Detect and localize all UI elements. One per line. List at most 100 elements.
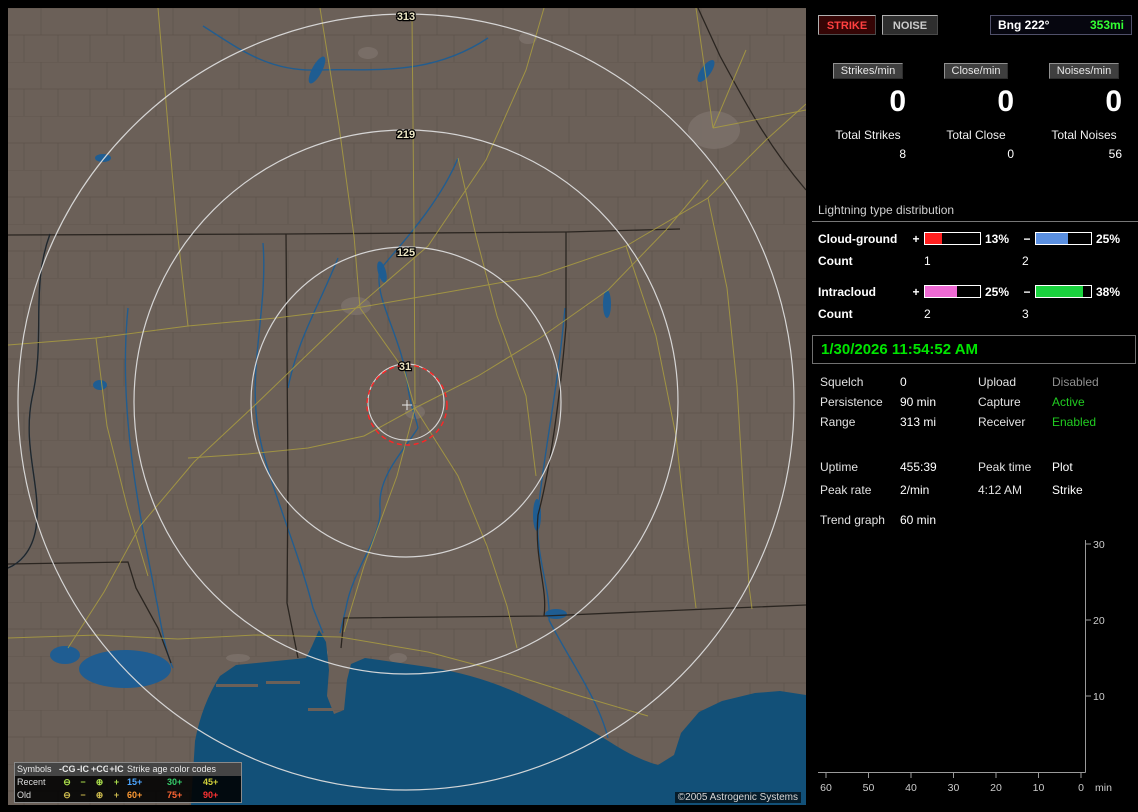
x-tick-40: 40 <box>905 782 917 794</box>
y-tick-10: 10 <box>1093 691 1105 703</box>
range-value: 313 mi <box>900 415 937 429</box>
cg-positive-count: 1 <box>924 254 931 268</box>
intracloud-label: Intracloud <box>818 284 877 299</box>
noises-column: Noises/min 0 Total Noises 56 <box>1032 63 1136 161</box>
bearing-readout: Bng 222° 353mi <box>990 15 1132 35</box>
ic-count-row: Count 2 3 <box>818 307 1138 321</box>
upload-label: Upload <box>978 375 1017 389</box>
bearing-label: Bng 222° <box>998 18 1050 32</box>
peak-rate-value: 2/min <box>900 483 930 497</box>
settings-row: Squelch 0 Upload Disabled <box>812 375 1138 395</box>
y-tick-20: 20 <box>1093 615 1105 627</box>
minus-sign: − <box>1023 231 1031 246</box>
receiver-settings: Squelch 0 Upload Disabled Persistence 90… <box>812 375 1138 435</box>
legend-row-old-label: Old <box>17 790 32 800</box>
recent-ncg-icon: ⊖ <box>63 777 71 787</box>
rate-counters: Strikes/min 0 Total Strikes 8 Close/min … <box>816 63 1136 161</box>
recent-pic-icon: + <box>113 777 120 787</box>
x-tick-10: 10 <box>1033 782 1045 794</box>
status-panel: STRIKE NOISE Bng 222° 353mi Strikes/min … <box>812 8 1138 805</box>
ic-positive-pct: 25% <box>985 284 1010 299</box>
age-30: 30+ <box>167 777 183 787</box>
age-60: 60+ <box>127 790 143 800</box>
close-per-min-button[interactable]: Close/min <box>943 63 1009 79</box>
x-axis-unit: min <box>1095 782 1112 794</box>
trend-graph-label: Trend graph <box>820 513 885 527</box>
lightning-map[interactable]: 313 219 125 31 Symbols -CG -IC +CG +IC S… <box>8 8 806 805</box>
x-tick-0: 0 <box>1078 782 1084 794</box>
legend-type-header-pic: +IC <box>108 763 125 776</box>
strikes-column: Strikes/min 0 Total Strikes 8 <box>816 63 920 161</box>
settings-row: Range 313 mi Receiver Enabled <box>812 415 1138 435</box>
cg-positive-pct: 13% <box>985 231 1010 246</box>
total-strikes-value: 8 <box>899 147 906 161</box>
cg-negative-pct: 25% <box>1096 231 1121 246</box>
old-ncg-icon: ⊖ <box>63 790 71 800</box>
cg-count-row: Count 1 2 <box>818 254 1138 268</box>
capture-status: Active <box>1052 395 1085 409</box>
range-ring-label-125: 125 <box>397 247 415 259</box>
x-tick-20: 20 <box>990 782 1002 794</box>
recent-nic-icon: − <box>80 777 86 787</box>
age-75: 75+ <box>167 790 183 800</box>
ic-positive-count: 2 <box>924 307 931 321</box>
range-label: Range <box>820 415 856 429</box>
plus-sign: + <box>912 231 920 246</box>
cg-negative-count: 2 <box>1022 254 1029 268</box>
cg-positive-bar <box>924 232 981 245</box>
old-pic-icon: + <box>113 790 120 800</box>
persistence-value: 90 min <box>900 395 937 409</box>
count-label: Count <box>818 254 853 268</box>
plot-mode-value: Strike <box>1052 483 1083 497</box>
legend-row-recent-label: Recent <box>17 777 46 787</box>
noises-per-min-button[interactable]: Noises/min <box>1048 63 1120 79</box>
plot-label: Plot <box>1052 460 1073 474</box>
total-noises-label: Total Noises <box>1051 128 1117 142</box>
close-per-min-value: 0 <box>997 85 1014 118</box>
age-45: 45+ <box>203 777 219 787</box>
total-close-label: Total Close <box>946 128 1006 142</box>
map-legend: Symbols -CG -IC +CG +IC Strike age color… <box>14 762 242 803</box>
old-pcg-icon: ⊕ <box>95 790 104 800</box>
stats-row: Uptime 455:39 Peak time Plot <box>812 460 1138 483</box>
squelch-label: Squelch <box>820 375 864 389</box>
range-ring-label-313: 313 <box>397 11 415 23</box>
persistence-label: Persistence <box>820 395 883 409</box>
strike-toggle-button[interactable]: STRIKE <box>818 15 876 35</box>
peak-time-label: Peak time <box>978 460 1032 474</box>
ic-negative-bar <box>1035 285 1092 298</box>
squelch-value: 0 <box>900 375 907 389</box>
stats-row: Trend graph 60 min <box>812 513 1138 536</box>
noises-per-min-value: 0 <box>1105 85 1122 118</box>
receiver-label: Receiver <box>978 415 1026 429</box>
range-ring-label-31: 31 <box>399 361 411 373</box>
ic-negative-pct: 38% <box>1096 284 1121 299</box>
legend-type-header-ncg: -CG <box>59 763 76 776</box>
old-nic-icon: − <box>80 790 86 800</box>
map-canvas: 313 219 125 31 <box>8 8 806 805</box>
age-15: 15+ <box>127 777 143 787</box>
ic-positive-bar <box>924 285 981 298</box>
ic-negative-count: 3 <box>1022 307 1029 321</box>
peak-time-value: 4:12 AM <box>978 483 1023 497</box>
trend-window-value: 60 min <box>900 513 937 527</box>
uptime-value: 455:39 <box>900 460 937 474</box>
strikes-per-min-button[interactable]: Strikes/min <box>832 63 904 79</box>
receiver-status: Enabled <box>1052 415 1097 429</box>
total-strikes-label: Total Strikes <box>835 128 901 142</box>
peak-rate-label: Peak rate <box>820 483 872 497</box>
date-time-display: 1/30/2026 11:54:52 AM <box>812 335 1136 364</box>
count-label: Count <box>818 307 853 321</box>
noise-toggle-button[interactable]: NOISE <box>882 15 938 35</box>
cloud-ground-label: Cloud-ground <box>818 231 898 246</box>
total-close-value: 0 <box>1007 147 1014 161</box>
legend-type-header-pcg: +CG <box>91 763 110 776</box>
legend-type-header-nic: -IC <box>75 763 91 776</box>
stats-row: Peak rate 2/min 4:12 AM Strike <box>812 483 1138 506</box>
upload-status: Disabled <box>1052 375 1099 389</box>
total-noises-value: 56 <box>1108 147 1122 161</box>
lightning-type-distribution: Lightning type distribution Cloud-ground… <box>812 203 1138 321</box>
intracloud-row: Intracloud + 25% − 38% <box>818 284 1138 299</box>
strikes-per-min-value: 0 <box>889 85 906 118</box>
x-tick-30: 30 <box>948 782 960 794</box>
